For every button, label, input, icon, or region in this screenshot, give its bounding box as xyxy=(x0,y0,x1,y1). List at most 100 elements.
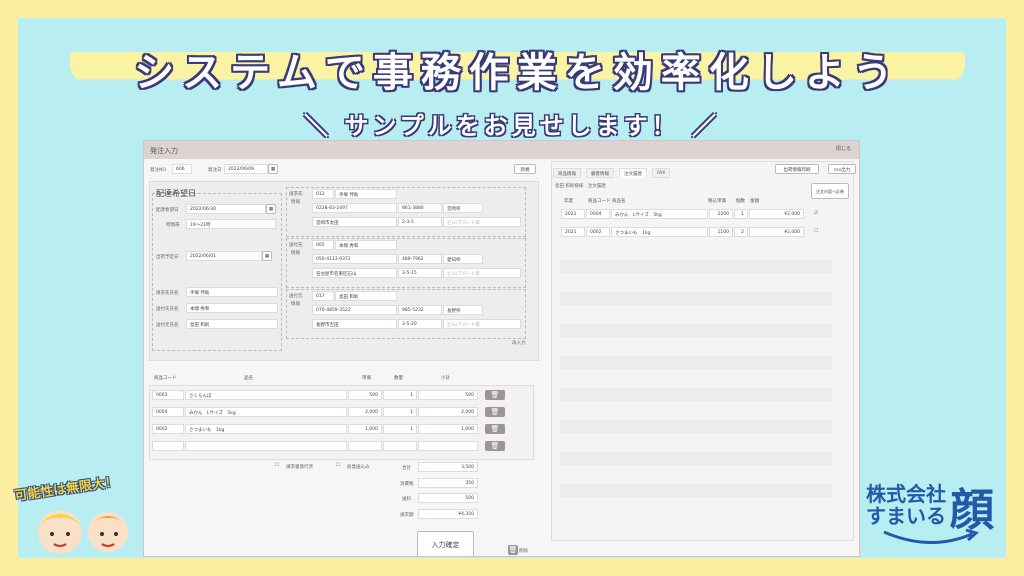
col-count: 個数 xyxy=(736,199,745,204)
checkbox-provisional[interactable]: ☐ xyxy=(336,463,340,468)
tab-customer[interactable]: 顧客情報 xyxy=(586,168,614,178)
tel-field[interactable]: 070-4859-3522 xyxy=(312,305,397,315)
item-name-field[interactable]: さつまいも 1kg xyxy=(185,424,347,434)
item-name-field[interactable]: みかん Lサイズ 5kg xyxy=(185,407,347,417)
pref-field[interactable]: 長野県 xyxy=(443,305,483,315)
city-field[interactable]: 宮崎市太田 xyxy=(312,217,397,227)
item-code-field[interactable]: 0004 xyxy=(152,407,184,417)
col-price: 単価 xyxy=(362,376,371,381)
history-amount: ¥2,000 xyxy=(749,227,804,237)
trash-icon[interactable]: 🗑 xyxy=(485,441,505,451)
item-subtotal-field: 2,000 xyxy=(418,407,478,417)
customer-name-field[interactable]: 島田 和則 xyxy=(335,291,397,301)
reinput-button[interactable]: 再入力 xyxy=(512,340,526,346)
delivery-date-label: 配達希望日 xyxy=(156,208,179,213)
delivery-date-field[interactable]: 2022/06/30 xyxy=(186,204,266,214)
shipping-value[interactable]: 500 xyxy=(418,493,478,503)
ship-date-field[interactable]: 2022/06/01 xyxy=(186,251,262,261)
checkbox-invoiced[interactable]: ☐ xyxy=(275,463,279,468)
reflect-order-button[interactable]: 注文内容へ反映 xyxy=(811,183,849,199)
print-shipping-button[interactable]: 出荷情報印刷 xyxy=(775,164,819,174)
pref-field[interactable]: 愛知県 xyxy=(443,254,483,264)
customer-code-field[interactable]: 005 xyxy=(312,240,334,250)
col-amount: 金額 xyxy=(750,199,759,204)
tab-product[interactable]: 商品情報 xyxy=(553,168,581,178)
item-subtotal-field: 1,000 xyxy=(418,424,478,434)
history-name: みかん Lサイズ 5kg xyxy=(611,209,708,219)
col-code: 商品コード xyxy=(154,376,177,381)
order-date-field[interactable]: 2022/06/09 xyxy=(224,164,268,174)
checkbox-history[interactable]: ☑ xyxy=(814,211,818,216)
zip-field[interactable]: 489-7962 xyxy=(398,254,442,264)
address-field[interactable]: 2-3-5 xyxy=(398,217,442,227)
customer-code-field[interactable]: 012 xyxy=(312,189,334,199)
pref-field[interactable]: 宮崎県 xyxy=(443,203,483,213)
zip-field[interactable]: 861-3880 xyxy=(398,203,442,213)
trash-icon[interactable]: 🗑 xyxy=(485,424,505,434)
sendto-field[interactable]: 本間 秀和 xyxy=(186,303,278,313)
address-field[interactable]: 3-5-20 xyxy=(398,319,442,329)
col-item-code: 商品コード xyxy=(588,199,611,204)
tel-field[interactable]: 0228-83-2497 xyxy=(312,203,397,213)
order-no-field[interactable]: 606 xyxy=(172,164,192,174)
building-field[interactable]: ビル/アパート等 xyxy=(443,268,521,278)
history-empty-row xyxy=(560,324,832,338)
csv-button[interactable]: csv出力 xyxy=(828,164,856,174)
building-field[interactable]: ビル/アパート等 xyxy=(443,217,521,227)
address-field[interactable]: 3-5-15 xyxy=(398,268,442,278)
item-code-field[interactable]: 0002 xyxy=(152,424,184,434)
provisional-label: 仮発送込み xyxy=(347,465,370,470)
tab-fax[interactable]: FAX xyxy=(652,168,671,178)
item-name-field[interactable] xyxy=(185,441,347,451)
mascot-illustration xyxy=(38,510,128,554)
item-name-field[interactable]: さくらんぼ xyxy=(185,390,347,400)
billto-field[interactable]: 手塚 伴助 xyxy=(186,287,278,297)
time-select[interactable]: 19～21時 xyxy=(186,219,276,229)
tab-order-history[interactable]: 注文履歴 xyxy=(619,168,647,178)
logo-name: すまいる xyxy=(866,504,946,528)
customer-name-field[interactable]: 本間 秀和 xyxy=(335,240,397,250)
zip-field[interactable]: 985-5232 xyxy=(398,305,442,315)
trash-icon[interactable]: 🗑 xyxy=(485,407,505,417)
customer-code-field[interactable]: 017 xyxy=(312,291,334,301)
block-label: 送付先 xyxy=(289,243,303,248)
trash-icon[interactable]: 🗑 xyxy=(485,390,505,400)
item-qty-field[interactable]: 1 xyxy=(383,390,417,400)
order-no-label: 発注NO xyxy=(150,168,166,173)
tel-field[interactable]: 050-4113-0372 xyxy=(312,254,397,264)
checkbox-history[interactable]: ☐ xyxy=(814,229,818,234)
item-code-field[interactable]: 0003 xyxy=(152,390,184,400)
calendar-icon[interactable]: ▦ xyxy=(268,164,278,174)
item-code-field[interactable] xyxy=(152,441,184,451)
sender-field[interactable]: 島田 和則 xyxy=(186,319,278,329)
shipping-label: 送料 xyxy=(402,497,411,502)
history-empty-row xyxy=(560,356,832,370)
calendar-icon[interactable]: ▦ xyxy=(266,204,276,214)
item-price-field[interactable]: 1,000 xyxy=(348,424,382,434)
history-empty-row xyxy=(560,420,832,434)
headline-highlight: システムで事務作業を効率化しよう xyxy=(70,38,965,96)
new-button[interactable]: 新規 xyxy=(514,164,536,174)
building-field[interactable]: ビル/アパート等 xyxy=(443,319,521,329)
city-field[interactable]: 名古屋市名東区石山 xyxy=(312,268,397,278)
city-field[interactable]: 長野市吉田 xyxy=(312,319,397,329)
history-year: 2021 xyxy=(561,227,585,237)
item-subtotal-field: 500 xyxy=(418,390,478,400)
col-item-name: 商品名 xyxy=(612,199,626,204)
ship-date-label: 出荷予定日 xyxy=(156,255,179,260)
item-qty-field[interactable] xyxy=(383,441,417,451)
item-price-field[interactable]: 500 xyxy=(348,390,382,400)
calendar-icon[interactable]: ▦ xyxy=(262,251,272,261)
item-price-field[interactable]: 2,000 xyxy=(348,407,382,417)
confirm-button[interactable]: 入力確定 xyxy=(417,531,474,556)
item-qty-field[interactable]: 1 xyxy=(383,407,417,417)
trash-icon[interactable]: 🗑 xyxy=(508,545,518,555)
close-button[interactable]: 閉じる xyxy=(836,145,851,152)
total-value: 3,500 xyxy=(418,462,478,472)
customer-name-field[interactable]: 手塚 伴助 xyxy=(335,189,397,199)
history-code: 0002 xyxy=(586,227,610,237)
sendto-label: 送付先氏名 xyxy=(156,307,179,312)
billto-label: 請求先氏名 xyxy=(156,291,179,296)
item-price-field[interactable] xyxy=(348,441,382,451)
item-qty-field[interactable]: 1 xyxy=(383,424,417,434)
